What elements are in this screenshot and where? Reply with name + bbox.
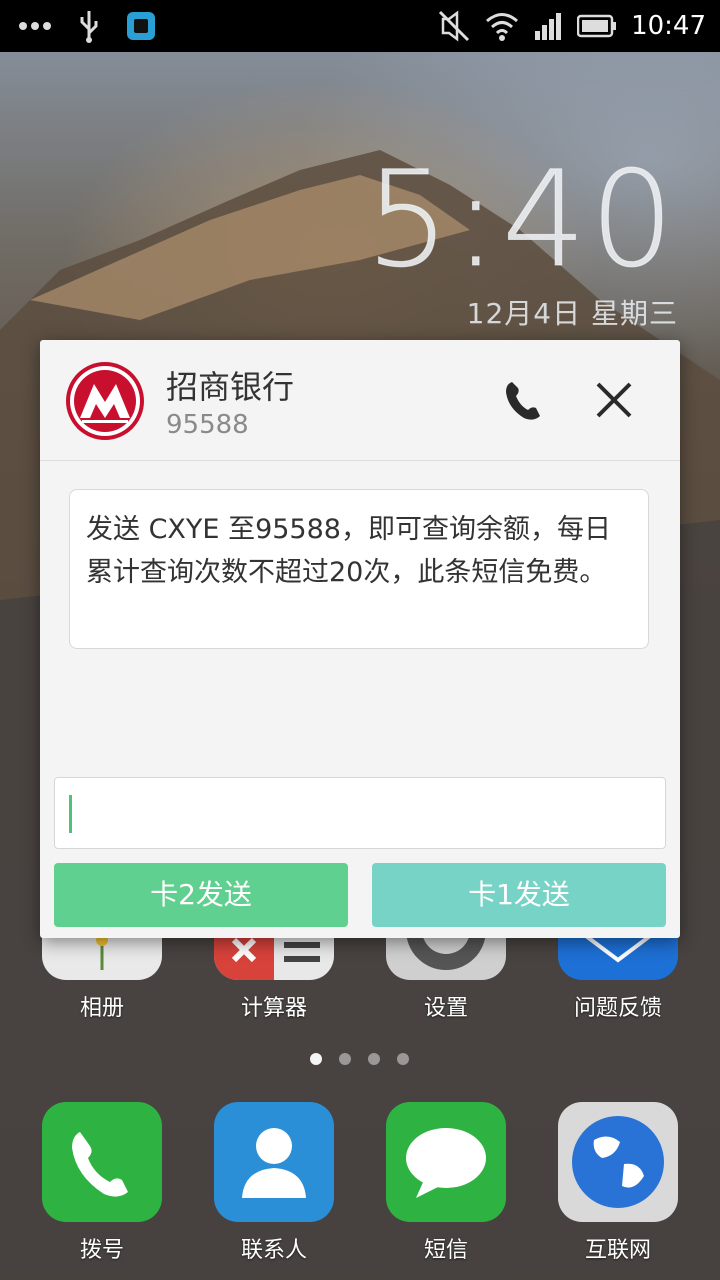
send-card1-button[interactable]: 卡1发送 [372, 863, 666, 927]
reply-input[interactable] [54, 777, 666, 849]
dock-messages[interactable]: 短信 [376, 1102, 516, 1264]
sms-popup: 招商银行 95588 发送 CXYE 至95588，即可查询余额，每日累计查询次… [40, 340, 680, 938]
phone-icon [506, 382, 540, 420]
app-label: 拨号 [79, 1238, 124, 1263]
app-label: 设置 [423, 996, 468, 1021]
close-button[interactable] [584, 370, 644, 430]
app-label: 相册 [79, 996, 124, 1021]
sender-name: 招商银行 [166, 368, 295, 406]
dock-phone[interactable]: 拨号 [32, 1102, 172, 1264]
text-cursor [69, 795, 72, 833]
app-label: 联系人 [240, 1238, 307, 1263]
mute-icon [439, 10, 470, 42]
battery-icon [577, 14, 617, 38]
app-notification-icon [127, 12, 155, 40]
clock-date: 12月4日 星期三 [466, 297, 678, 330]
app-label: 短信 [423, 1238, 468, 1263]
send-card2-button[interactable]: 卡2发送 [54, 863, 348, 927]
bank-logo [66, 362, 144, 440]
page-dot[interactable] [310, 1053, 322, 1065]
page-dot[interactable] [397, 1053, 409, 1065]
popup-header: 招商银行 95588 [40, 340, 680, 461]
wifi-icon [486, 13, 519, 41]
dock-contacts[interactable]: 联系人 [204, 1102, 344, 1264]
messages-icon [386, 1102, 506, 1222]
sender-number: 95588 [166, 410, 249, 440]
phone-icon [42, 1102, 162, 1222]
browser-icon [558, 1102, 678, 1222]
signal-icon [535, 13, 562, 40]
call-button[interactable] [494, 370, 554, 430]
close-icon [596, 382, 632, 418]
status-time: 10:47 [631, 11, 706, 41]
page-dot[interactable] [368, 1053, 380, 1065]
contacts-icon [214, 1102, 334, 1222]
app-label: 问题反馈 [573, 996, 662, 1021]
more-icon [19, 22, 51, 30]
app-label: 互联网 [584, 1238, 651, 1263]
lock-clock: 5:40 12月4日 星期三 [365, 143, 678, 332]
page-indicator [310, 1053, 409, 1065]
clock-time: 5:40 [365, 143, 678, 297]
status-bar: 10:47 [0, 0, 720, 52]
usb-icon [80, 11, 98, 43]
dock-browser[interactable]: 互联网 [548, 1102, 688, 1264]
message-bubble: 发送 CXYE 至95588，即可查询余额，每日累计查询次数不超过20次，此条短… [69, 489, 649, 649]
page-dot[interactable] [339, 1053, 351, 1065]
app-label: 计算器 [240, 996, 307, 1021]
